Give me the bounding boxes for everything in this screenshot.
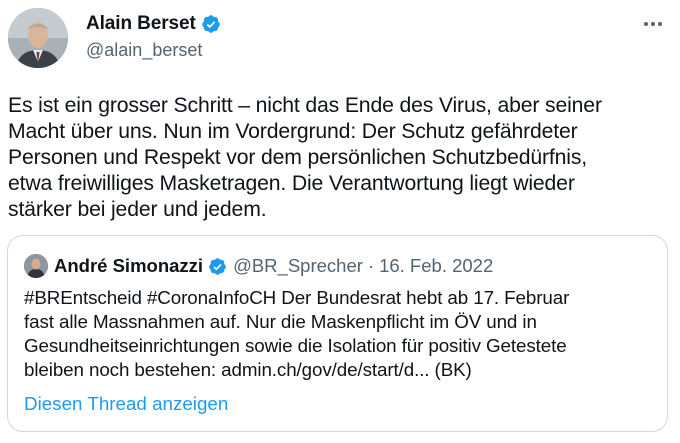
tweet-text: Es ist ein grosser Schritt – nicht das E…: [8, 94, 602, 221]
quoted-author-avatar[interactable]: [24, 254, 48, 278]
more-options-icon[interactable]: [640, 14, 666, 34]
tweet-card: Alain Berset @alain_berset Es ist ein gr…: [0, 0, 680, 443]
verified-badge-icon: [201, 14, 221, 34]
quoted-date[interactable]: 16. Feb. 2022: [379, 255, 493, 277]
separator-dot: ·: [367, 255, 375, 276]
verified-badge-icon: [208, 257, 227, 276]
author-display-name[interactable]: Alain Berset: [86, 13, 196, 35]
quoted-tweet[interactable]: André Simonazzi @BR_Sprecher · 16. Feb. …: [7, 235, 668, 432]
quoted-tweet-text: #BREntscheid #CoronaInfoCH Der Bundesrat…: [24, 287, 570, 380]
show-thread-link[interactable]: Diesen Thread anzeigen: [24, 393, 228, 415]
author-handle[interactable]: @alain_berset: [86, 40, 202, 61]
author-name-row: Alain Berset: [86, 12, 221, 36]
quoted-display-name[interactable]: André Simonazzi: [54, 255, 203, 277]
quoted-handle[interactable]: @BR_Sprecher: [233, 255, 363, 277]
author-avatar[interactable]: [8, 8, 68, 68]
quoted-tweet-header: André Simonazzi @BR_Sprecher · 16. Feb. …: [54, 254, 493, 278]
